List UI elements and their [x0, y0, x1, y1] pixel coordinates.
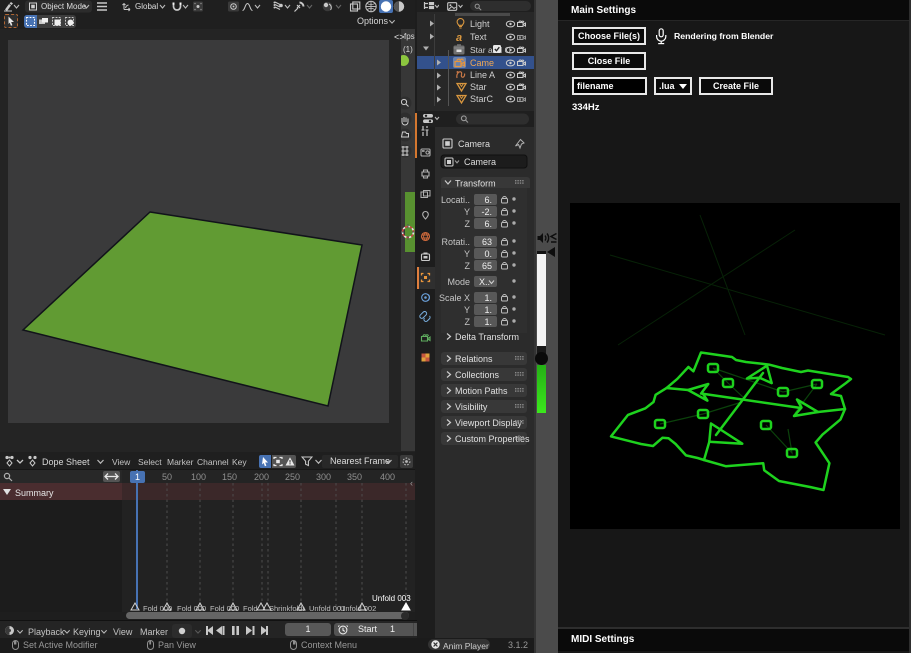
- svg-text:Visibility: Visibility: [455, 402, 488, 412]
- svg-text:65: 65: [482, 261, 492, 271]
- svg-text:Line A: Line A: [470, 70, 495, 80]
- svg-text:Delta Transform: Delta Transform: [455, 332, 519, 342]
- svg-text:Text: Text: [470, 32, 487, 42]
- svg-text:Star and C: Star and C: [470, 45, 511, 55]
- svg-text:Global: Global: [135, 2, 158, 11]
- svg-text:StarC: StarC: [470, 94, 494, 104]
- svg-text:1.: 1.: [484, 317, 492, 327]
- svg-text:Mode: Mode: [447, 277, 470, 287]
- svg-text:Object Mode: Object Mode: [41, 2, 87, 11]
- svg-text:Collections: Collections: [455, 370, 500, 380]
- svg-text:a: a: [456, 32, 462, 44]
- svg-text:Motion Paths: Motion Paths: [455, 386, 508, 396]
- svg-text:Viewport Display: Viewport Display: [455, 418, 522, 428]
- svg-text:Z: Z: [465, 219, 471, 229]
- svg-text:6.: 6.: [484, 219, 492, 229]
- svg-text:0.: 0.: [484, 249, 492, 259]
- svg-text:63: 63: [482, 237, 492, 247]
- svg-text:X..: X..: [479, 277, 490, 287]
- svg-text:Scale X: Scale X: [439, 293, 470, 303]
- svg-text:Camera: Camera: [458, 139, 490, 149]
- svg-text:1.: 1.: [484, 305, 492, 315]
- svg-text:Transform: Transform: [455, 179, 496, 189]
- svg-text:Came: Came: [470, 58, 494, 68]
- svg-text:Camera: Camera: [464, 157, 496, 167]
- svg-text:Y: Y: [464, 305, 470, 315]
- svg-text:Z: Z: [465, 317, 471, 327]
- svg-text:Rotati..: Rotati..: [441, 237, 470, 247]
- svg-text:Star: Star: [470, 82, 487, 92]
- svg-text:1.: 1.: [484, 293, 492, 303]
- svg-text:6.: 6.: [484, 195, 492, 205]
- svg-text:Y: Y: [464, 249, 470, 259]
- svg-text:Relations: Relations: [455, 354, 493, 364]
- svg-text:Locati..: Locati..: [441, 195, 470, 205]
- svg-text:-2.: -2.: [481, 207, 492, 217]
- svg-text:Light: Light: [470, 19, 490, 29]
- svg-text:Y: Y: [464, 207, 470, 217]
- svg-text:Z: Z: [465, 261, 471, 271]
